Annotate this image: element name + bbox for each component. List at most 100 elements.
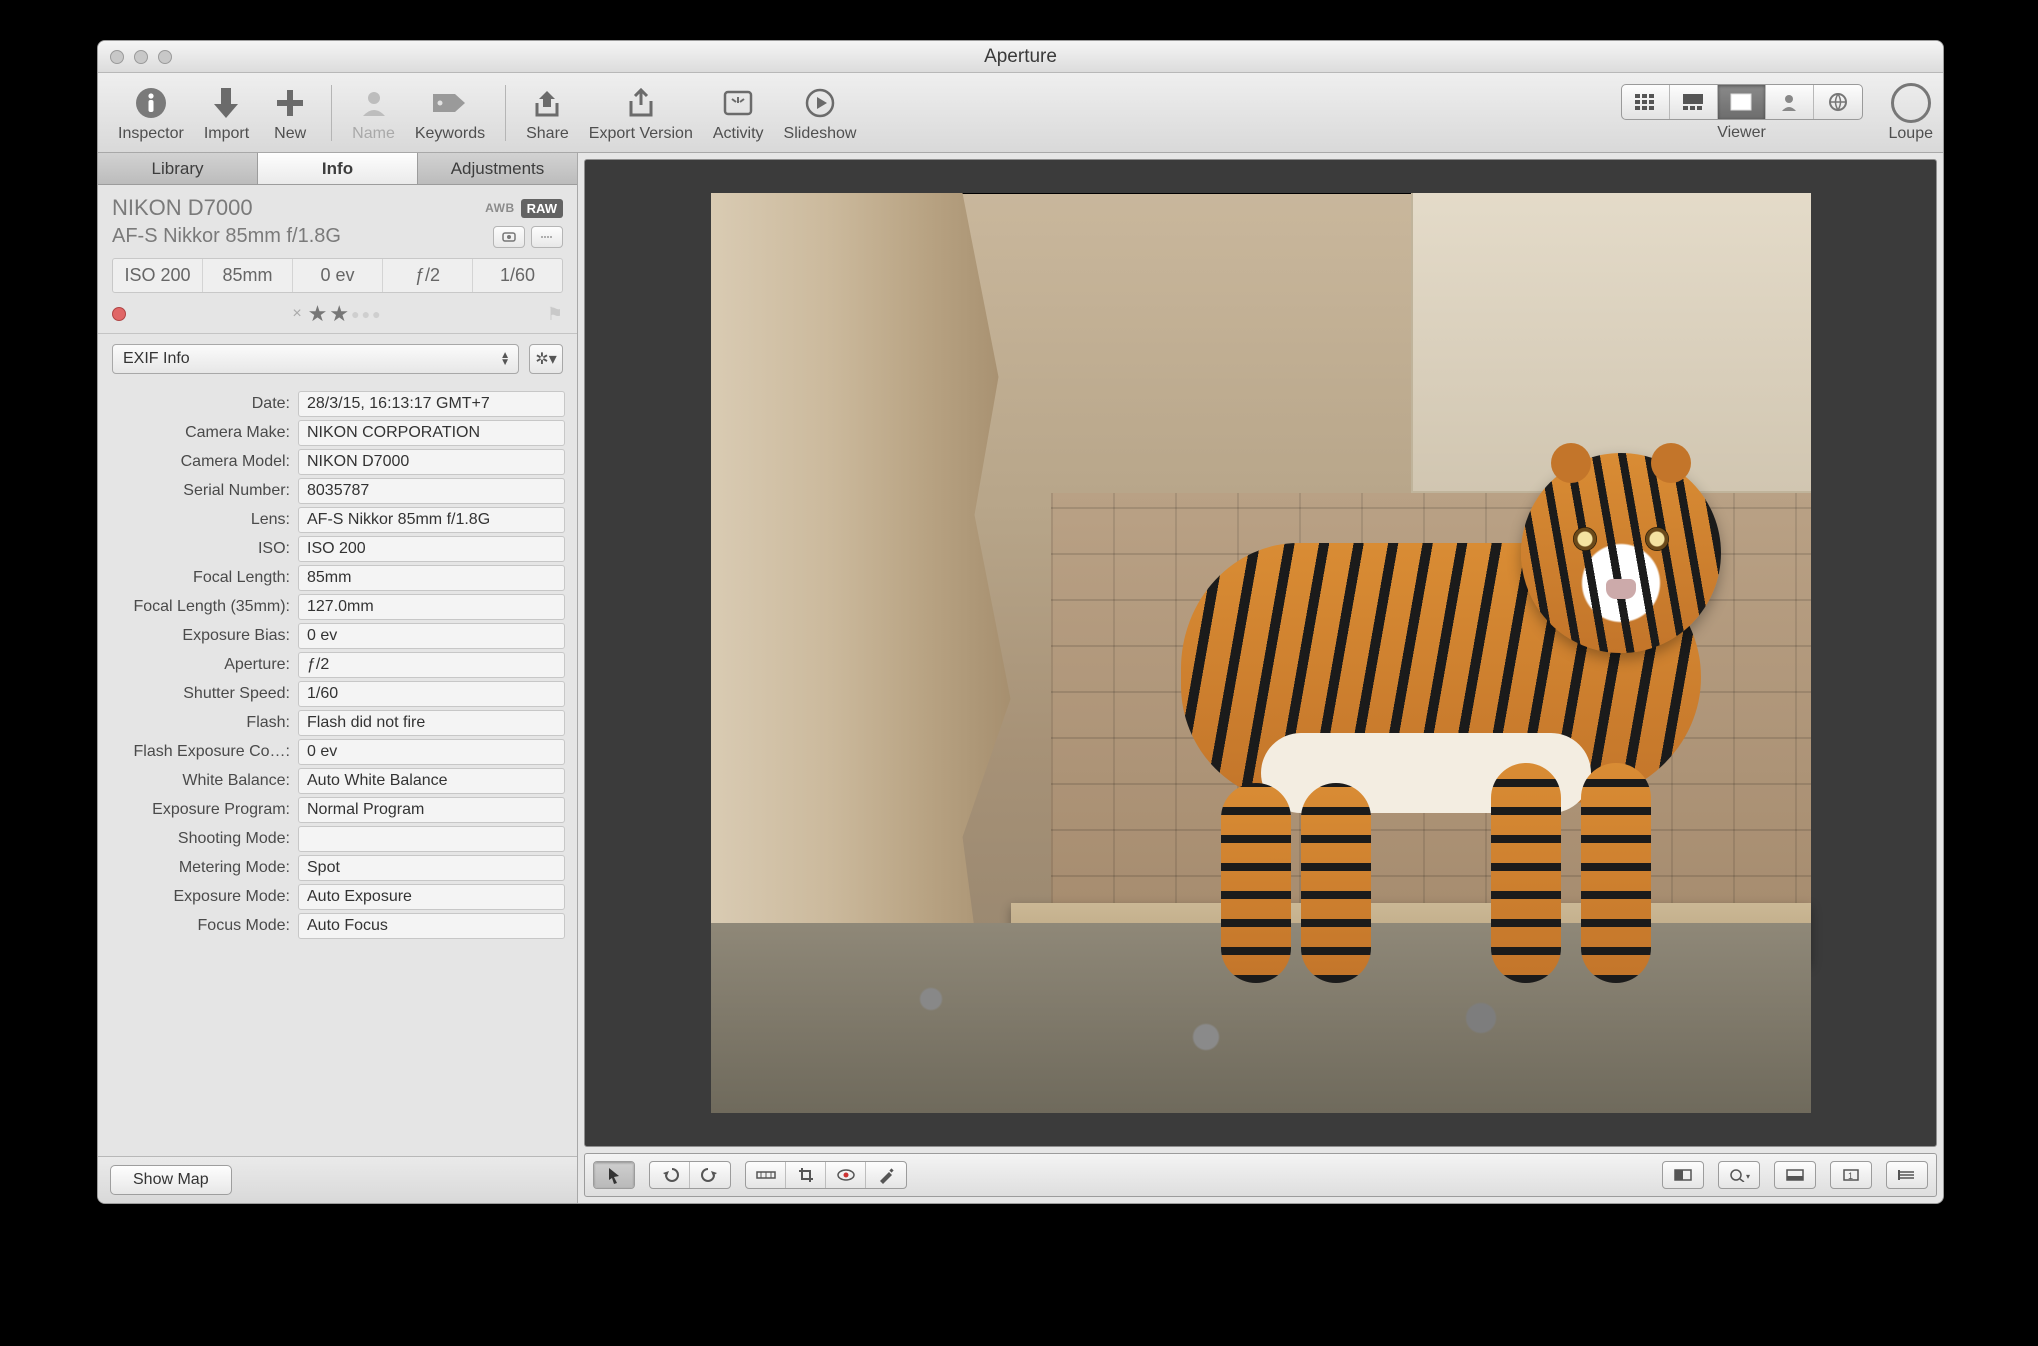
app-window: Aperture Inspector Import New [97, 40, 1944, 1204]
viewer-mode-split[interactable] [1670, 85, 1718, 119]
exif-value[interactable]: Spot [298, 855, 565, 881]
exif-value[interactable]: ISO 200 [298, 536, 565, 562]
tool-metadata-overlay[interactable] [1775, 1162, 1815, 1188]
exif-value[interactable]: NIKON CORPORATION [298, 420, 565, 446]
exif-row: ISO:ISO 200 [110, 536, 565, 562]
exif-value[interactable]: Flash did not fire [298, 710, 565, 736]
exif-value[interactable]: Auto White Balance [298, 768, 565, 794]
inspector-button[interactable]: Inspector [118, 83, 184, 143]
exif-value[interactable]: 127.0mm [298, 594, 565, 620]
exif-row: Focal Length (35mm):127.0mm [110, 594, 565, 620]
slideshow-button[interactable]: Slideshow [784, 83, 857, 143]
tool-full-screen[interactable] [1887, 1162, 1927, 1188]
exif-key: Shutter Speed: [110, 685, 298, 703]
exif-key: Shooting Mode: [110, 830, 298, 848]
image-viewer-canvas[interactable] [584, 159, 1937, 1147]
viewer-tool-row: ▾ 1 [584, 1153, 1937, 1197]
exif-key: Exposure Mode: [110, 888, 298, 906]
inspector-tabs: Library Info Adjustments [98, 153, 577, 185]
tool-crop[interactable] [786, 1162, 826, 1188]
tool-redeye[interactable] [826, 1162, 866, 1188]
import-button[interactable]: Import [204, 83, 249, 143]
viewer-mode-browser[interactable] [1622, 85, 1670, 119]
close-window-button[interactable] [110, 50, 124, 64]
show-map-button[interactable]: Show Map [110, 1165, 232, 1195]
exif-key: Aperture: [110, 656, 298, 674]
exif-value[interactable]: Auto Exposure [298, 884, 565, 910]
loupe-button[interactable]: Loupe [1889, 83, 1934, 143]
exif-row: Date:28/3/15, 16:13:17 GMT+7 [110, 391, 565, 417]
minimize-window-button[interactable] [134, 50, 148, 64]
updown-icon: ▲▼ [500, 352, 510, 366]
exif-value[interactable]: 85mm [298, 565, 565, 591]
inspector-panel: Library Info Adjustments NIKON D7000 AWB… [98, 153, 578, 1203]
toolbar-separator [505, 85, 506, 141]
keywords-button[interactable]: Keywords [415, 83, 485, 143]
exif-value[interactable]: 8035787 [298, 478, 565, 504]
exif-row: Flash:Flash did not fire [110, 710, 565, 736]
exif-key: Serial Number: [110, 482, 298, 500]
exif-value[interactable]: 0 ev [298, 739, 565, 765]
window-title: Aperture [98, 46, 1943, 68]
tool-brush[interactable] [866, 1162, 906, 1188]
exif-list: Date:28/3/15, 16:13:17 GMT+7 Camera Make:… [98, 384, 577, 1156]
exif-row: Serial Number:8035787 [110, 478, 565, 504]
export-version-button[interactable]: Export Version [589, 83, 693, 143]
gear-icon: ✲▾ [535, 349, 556, 369]
strip-focal: 85mm [203, 259, 293, 292]
exif-key: Exposure Program: [110, 801, 298, 819]
main-toolbar: Inspector Import New Name [98, 73, 1943, 153]
flag-icon[interactable]: ⚑ [547, 304, 563, 325]
metadata-preset-select[interactable]: EXIF Info ▲▼ [112, 344, 519, 374]
tool-rotate-cw[interactable] [690, 1162, 730, 1188]
viewer-mode-places[interactable] [1814, 85, 1862, 119]
exif-value[interactable] [298, 826, 565, 852]
share-button[interactable]: Share [526, 83, 569, 143]
exif-key: Metering Mode: [110, 859, 298, 877]
color-label-red[interactable] [112, 307, 126, 321]
exif-value[interactable]: AF-S Nikkor 85mm f/1.8G [298, 507, 565, 533]
new-button[interactable]: New [269, 83, 311, 143]
export-icon [620, 83, 662, 123]
title-bar: Aperture [98, 41, 1943, 73]
tool-rotate-ccw[interactable] [650, 1162, 690, 1188]
exif-row: White Balance:Auto White Balance [110, 768, 565, 794]
exif-key: Camera Make: [110, 424, 298, 442]
tool-show-master[interactable] [1663, 1162, 1703, 1188]
tool-straighten[interactable] [746, 1162, 786, 1188]
exif-key: Focus Mode: [110, 917, 298, 935]
exif-value[interactable]: 28/3/15, 16:13:17 GMT+7 [298, 391, 565, 417]
strip-iso: ISO 200 [113, 259, 203, 292]
viewer-mode-faces[interactable] [1766, 85, 1814, 119]
exif-value[interactable]: 0 ev [298, 623, 565, 649]
exif-key: Flash Exposure Co…: [110, 743, 298, 761]
activity-button[interactable]: Activity [713, 83, 764, 143]
exif-value[interactable]: Normal Program [298, 797, 565, 823]
exif-row: Shutter Speed:1/60 [110, 681, 565, 707]
exif-row: Camera Make:NIKON CORPORATION [110, 420, 565, 446]
tab-info[interactable]: Info [258, 153, 418, 184]
camera-small-button-a[interactable] [493, 226, 525, 248]
name-button[interactable]: Name [352, 83, 395, 143]
exif-value[interactable]: ƒ/2 [298, 652, 565, 678]
tool-primary-only[interactable]: 1 [1831, 1162, 1871, 1188]
tab-library[interactable]: Library [98, 153, 258, 184]
play-icon [799, 83, 841, 123]
exif-value[interactable]: Auto Focus [298, 913, 565, 939]
star-rating[interactable]: ×★★●●● [292, 301, 380, 327]
viewer-mode-viewer[interactable] [1718, 85, 1766, 119]
tab-adjustments[interactable]: Adjustments [418, 153, 577, 184]
metadata-action-menu[interactable]: ✲▾ [529, 344, 563, 374]
tag-icon [429, 83, 471, 123]
tool-zoom-menu[interactable]: ▾ [1719, 1162, 1759, 1188]
camera-small-button-b[interactable] [531, 226, 563, 248]
loupe-icon [1891, 83, 1931, 123]
shooting-summary-strip: ISO 200 85mm 0 ev ƒ/2 1/60 [112, 258, 563, 293]
exif-value[interactable]: NIKON D7000 [298, 449, 565, 475]
exif-value[interactable]: 1/60 [298, 681, 565, 707]
download-arrow-icon [205, 83, 247, 123]
exif-row: Exposure Bias:0 ev [110, 623, 565, 649]
tool-selection-arrow[interactable] [594, 1162, 634, 1188]
strip-ev: 0 ev [293, 259, 383, 292]
zoom-window-button[interactable] [158, 50, 172, 64]
